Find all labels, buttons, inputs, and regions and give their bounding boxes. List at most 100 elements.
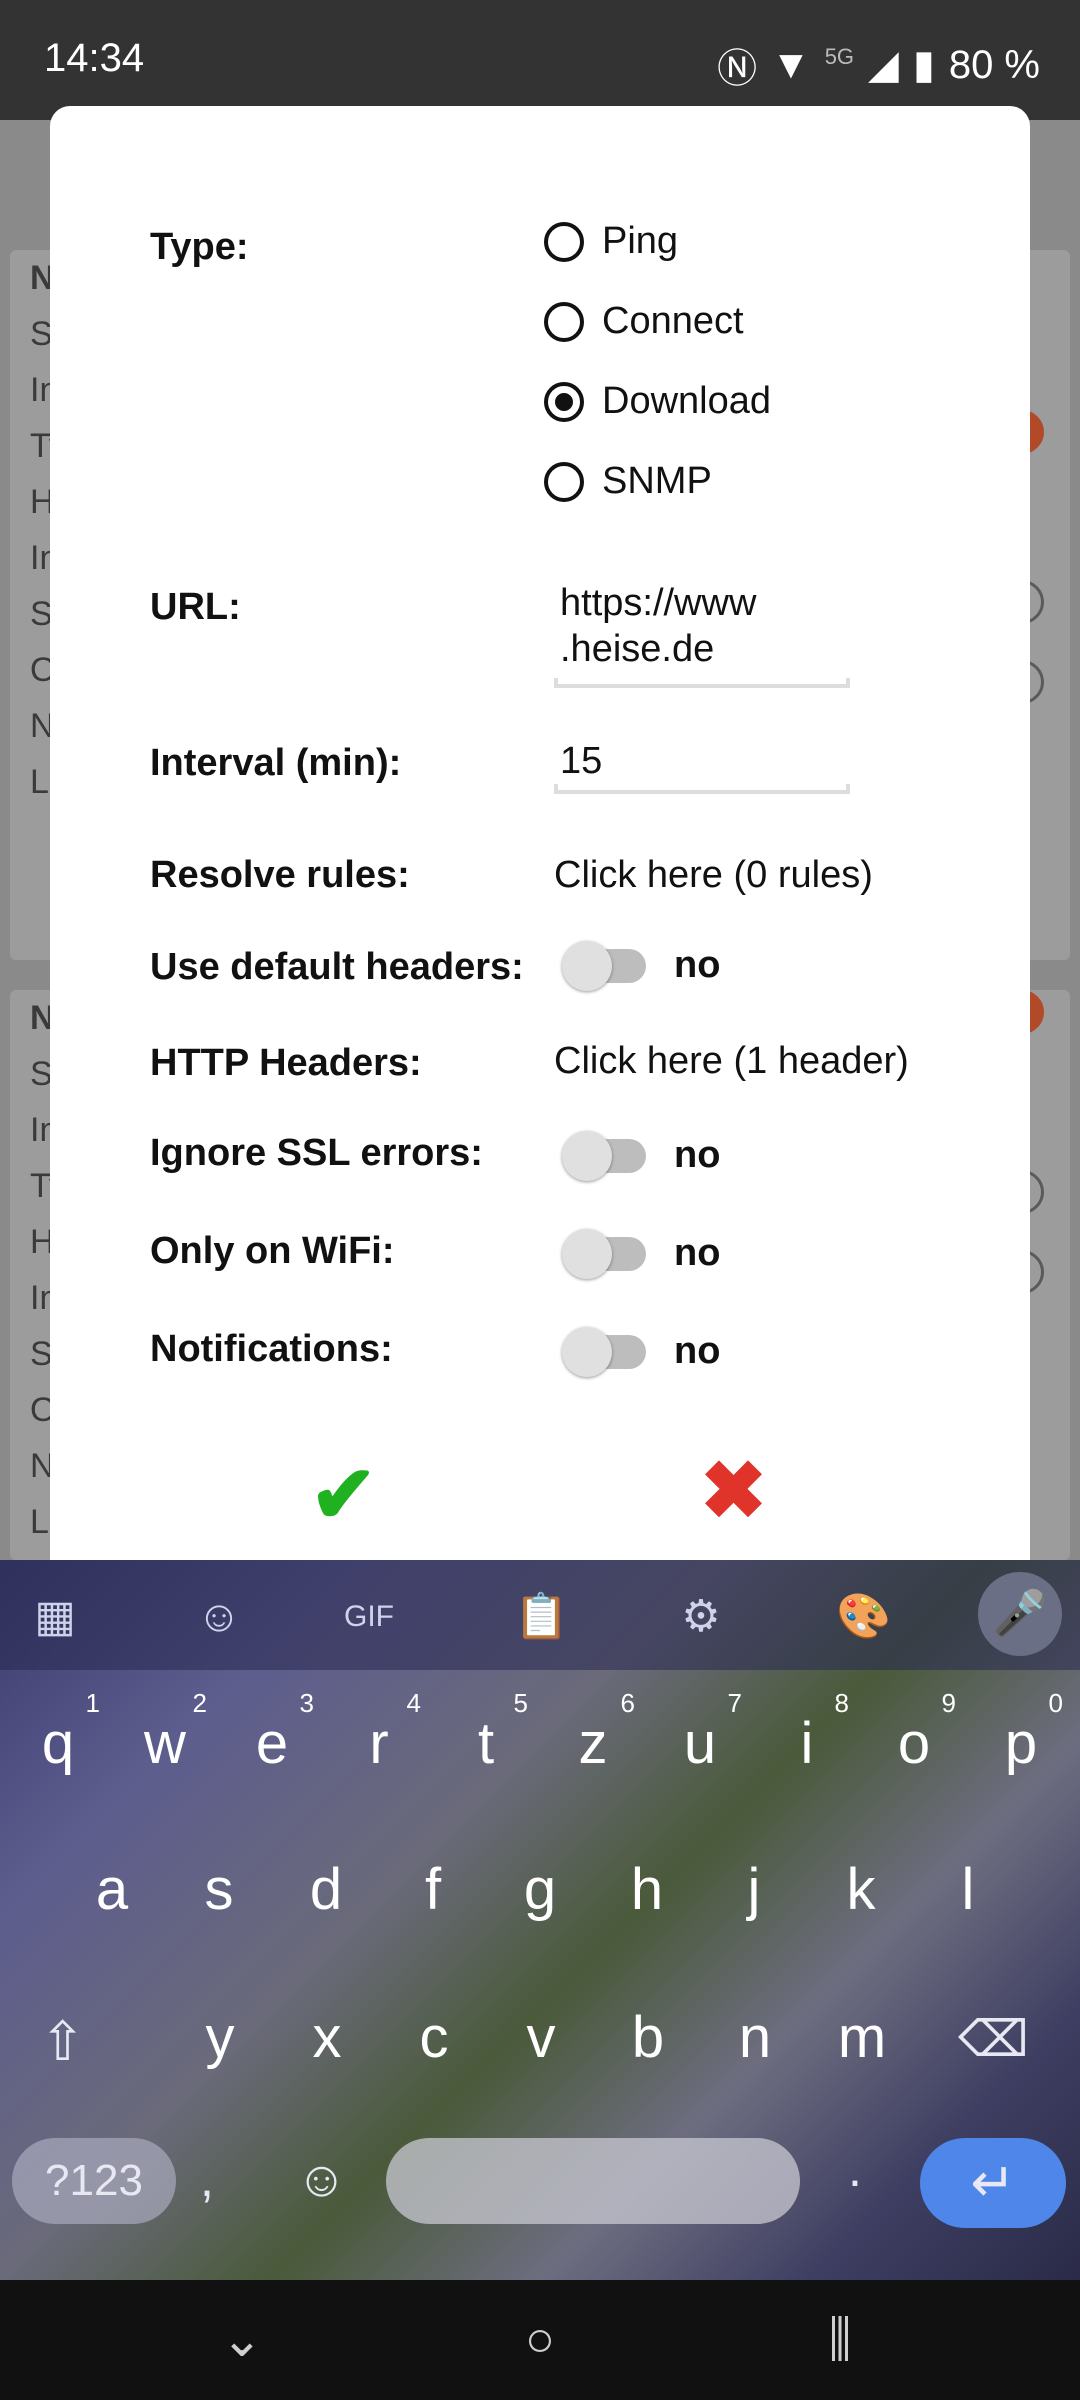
notifications-switch[interactable] — [562, 1326, 646, 1377]
cancel-button[interactable]: ✖ — [700, 1444, 767, 1537]
ignore-ssl-switch[interactable] — [562, 1130, 646, 1181]
symbols-key[interactable]: ?123 — [12, 2138, 176, 2224]
key-m[interactable]: m — [812, 2004, 912, 2071]
gear-icon[interactable]: ⚙ — [676, 1592, 726, 1642]
notifications-toggle[interactable]: no — [562, 1326, 721, 1377]
key-a[interactable]: a — [62, 1856, 162, 1923]
only-wifi-switch[interactable] — [562, 1228, 646, 1279]
mic-icon[interactable]: 🎤 — [978, 1572, 1062, 1656]
resolve-rules-label: Resolve rules: — [150, 854, 410, 896]
key-i[interactable]: i8 — [757, 1688, 857, 1777]
key-f[interactable]: f — [383, 1856, 483, 1923]
key-y[interactable]: y — [170, 2004, 270, 2071]
default-headers-label: Use default headers: — [150, 946, 524, 988]
key-r[interactable]: r4 — [329, 1688, 429, 1777]
radio-ping[interactable]: Ping — [544, 220, 678, 263]
http-headers-link[interactable]: Click here (1 header) — [554, 1040, 909, 1083]
key-l[interactable]: l — [918, 1856, 1018, 1923]
interval-label: Interval (min): — [150, 742, 402, 784]
key-u[interactable]: u7 — [650, 1688, 750, 1777]
palette-icon[interactable]: 🎨 — [836, 1592, 891, 1642]
key-hint: 3 — [299, 1688, 314, 1718]
only-wifi-value: no — [674, 1232, 721, 1274]
default-headers-toggle[interactable]: no — [562, 940, 720, 991]
keyboard: ▦ ☺ GIF 📋 ⚙ 🎨 🎤 q1w2e3r4t5z6u7i8o9p0 asd… — [0, 1560, 1080, 2280]
url-input[interactable]: https://www .heise.de — [554, 582, 850, 688]
type-label: Type: — [150, 226, 249, 268]
radio-download-circle[interactable] — [544, 381, 584, 422]
navigation-bar: ⌄ ○ ⫼ — [0, 2280, 1080, 2400]
key-d[interactable]: d — [276, 1856, 376, 1923]
key-hint: 6 — [620, 1688, 635, 1718]
status-icons: Ⓝ ▼ 5G ◢ ▮ 80 % — [717, 36, 1040, 94]
shift-icon[interactable]: ⇧ — [40, 2010, 85, 2073]
key-s[interactable]: s — [169, 1856, 269, 1923]
key-z[interactable]: z6 — [543, 1688, 643, 1777]
key-k[interactable]: k — [811, 1856, 911, 1923]
resolve-rules-link[interactable]: Click here (0 rules) — [554, 854, 873, 897]
key-hint: 8 — [834, 1688, 849, 1718]
key-hint: 0 — [1048, 1688, 1063, 1718]
backspace-icon[interactable]: ⌫ — [958, 2010, 1029, 2068]
emoji-icon[interactable]: ☺ — [296, 2150, 347, 2208]
radio-connect-label: Connect — [602, 300, 744, 342]
radio-connect-circle[interactable] — [544, 301, 584, 342]
http-headers-label: HTTP Headers: — [150, 1042, 422, 1084]
enter-key[interactable]: ↵ — [920, 2138, 1066, 2228]
period-key[interactable]: . — [848, 2140, 862, 2198]
wifi-icon: ▼ — [771, 42, 811, 87]
notifications-value: no — [674, 1330, 721, 1372]
gif-button[interactable]: GIF — [344, 1592, 394, 1642]
radio-snmp-circle[interactable] — [544, 461, 584, 502]
comma-key[interactable]: , — [200, 2150, 214, 2208]
status-bar: 14:34 Ⓝ ▼ 5G ◢ ▮ 80 % — [0, 0, 1080, 120]
radio-ping-circle[interactable] — [544, 221, 584, 262]
key-x[interactable]: x — [277, 2004, 377, 2071]
key-hint: 1 — [85, 1688, 100, 1718]
key-j[interactable]: j — [704, 1856, 804, 1923]
nfc-icon: Ⓝ — [717, 47, 758, 91]
radio-snmp-label: SNMP — [602, 460, 712, 502]
space-key[interactable] — [386, 2138, 800, 2224]
url-label: URL: — [150, 586, 241, 628]
radio-connect[interactable]: Connect — [544, 300, 744, 343]
radio-download[interactable]: Download — [544, 380, 771, 423]
battery-percent: 80 % — [948, 42, 1040, 87]
key-b[interactable]: b — [598, 2004, 698, 2071]
keyboard-toolbar: ▦ ☺ GIF 📋 ⚙ 🎨 🎤 — [0, 1560, 1080, 1670]
key-hint: 2 — [192, 1688, 207, 1718]
back-icon[interactable]: ⌄ — [202, 2310, 282, 2368]
only-wifi-toggle[interactable]: no — [562, 1228, 721, 1279]
key-q[interactable]: q1 — [8, 1688, 108, 1777]
key-e[interactable]: e3 — [222, 1688, 322, 1777]
radio-snmp[interactable]: SNMP — [544, 460, 712, 503]
key-v[interactable]: v — [491, 2004, 591, 2071]
key-o[interactable]: o9 — [864, 1688, 964, 1777]
notifications-label: Notifications: — [150, 1328, 393, 1370]
interval-value: 15 — [560, 740, 603, 782]
home-icon[interactable]: ○ — [500, 2310, 580, 2368]
key-c[interactable]: c — [384, 2004, 484, 2071]
ignore-ssl-value: no — [674, 1134, 721, 1176]
radio-download-label: Download — [602, 380, 771, 422]
recents-icon[interactable]: ⫼ — [800, 2310, 880, 2369]
signal-icon: ◢ — [868, 43, 899, 87]
default-headers-switch[interactable] — [562, 940, 646, 991]
key-hint: 4 — [406, 1688, 421, 1718]
key-g[interactable]: g — [490, 1856, 590, 1923]
ignore-ssl-label: Ignore SSL errors: — [150, 1132, 483, 1174]
radio-ping-label: Ping — [602, 220, 679, 262]
apps-icon[interactable]: ▦ — [30, 1592, 80, 1642]
interval-input[interactable]: 15 — [554, 740, 850, 794]
key-hint: 7 — [727, 1688, 742, 1718]
key-w[interactable]: w2 — [115, 1688, 215, 1777]
clipboard-icon[interactable]: 📋 — [514, 1592, 569, 1642]
ignore-ssl-toggle[interactable]: no — [562, 1130, 721, 1181]
key-h[interactable]: h — [597, 1856, 697, 1923]
sticker-icon[interactable]: ☺ — [194, 1592, 244, 1642]
key-n[interactable]: n — [705, 2004, 805, 2071]
key-t[interactable]: t5 — [436, 1688, 536, 1777]
key-hint: 9 — [941, 1688, 956, 1718]
confirm-button[interactable]: ✔ — [310, 1448, 377, 1541]
key-p[interactable]: p0 — [971, 1688, 1071, 1777]
